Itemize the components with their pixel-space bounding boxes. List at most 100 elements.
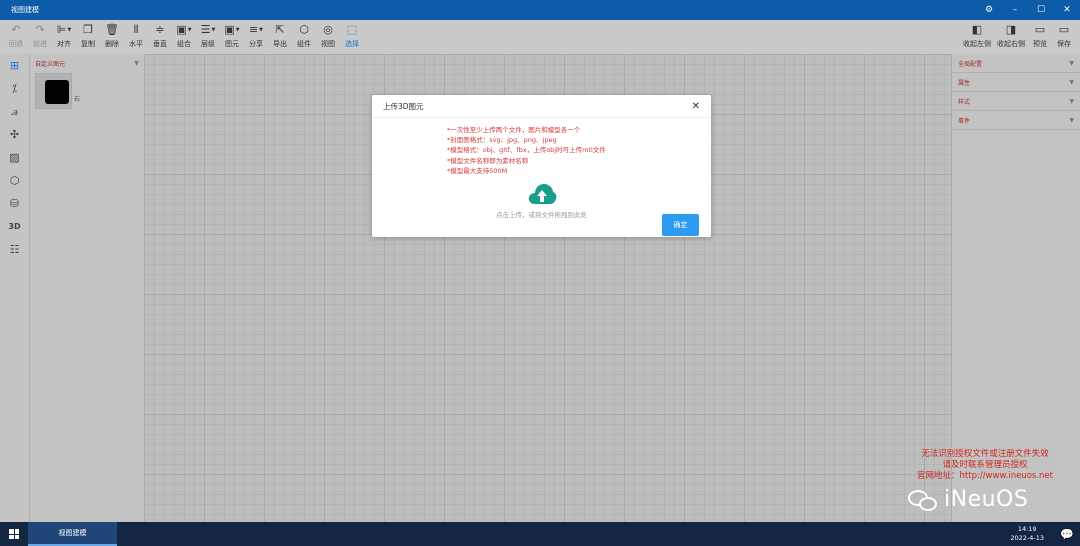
image-icon[interactable]: ▨ (0, 146, 29, 169)
warning-line: 官网地址：http://www.ineuos.net (917, 471, 1053, 481)
puzzle-icon[interactable]: ✣ (0, 123, 29, 146)
toolbar-button-label: 保存 (1057, 40, 1071, 48)
right-panel-section[interactable]: 样式 ▼ (952, 92, 1080, 111)
toolbar-left-group: ↶ 回退 ↷ 前进 ⊫ ▼ 对齐 ❐ 复制 🗑 删除 ⫴ 水平 ≑ 垂直 ▣ ▼ 组合 ☰ ▼ 层级 ▣ ▼ 图元 ≡ ▼ 分享 ⇱ 导… (0, 20, 364, 49)
toolbar-button-label: 删除 (105, 40, 119, 48)
toolbar-button-label: 收起左侧 (963, 40, 991, 48)
clock-date: 2022-4-13 (1010, 534, 1044, 542)
toolbar-button-select[interactable]: ⬚ 选择 (340, 20, 364, 49)
toolbar-button-horizontal[interactable]: ⫴ 水平 (124, 20, 148, 49)
toolbar-button-label: 视图 (321, 40, 335, 48)
left-panel-header[interactable]: 自定义图元 ▼ (30, 54, 144, 72)
maximize-button[interactable]: ☐ (1028, 0, 1054, 20)
chevron-down-icon: ▼ (1069, 78, 1074, 86)
toolbar-button-undo[interactable]: ↶ 回退 (4, 20, 28, 49)
magic-icon[interactable]: ⁒ (0, 77, 29, 100)
vertical-icon: ≑ (155, 23, 165, 36)
settings-icon[interactable]: ⚙ (976, 0, 1002, 20)
toolbar-button-collapse-left[interactable]: ◧ 收起左侧 (960, 20, 994, 49)
toolbar-button-layer[interactable]: ☰ ▼ 层级 (196, 20, 220, 49)
tip-line: *模型格式：obj、gltf、fbx，上传obj时可上传mtl文件 (447, 146, 606, 155)
redo-icon: ↷ (35, 23, 45, 36)
brand-name: iNeuOS (944, 487, 1029, 512)
3d-icon[interactable]: 3D (0, 215, 29, 238)
title-bar: 视图建模 ⚙ – ☐ ✕ (0, 0, 1080, 20)
chevron-down-icon: ▼ (1069, 97, 1074, 105)
caret-down-icon: ▼ (67, 27, 72, 33)
toolbar-button-label: 组件 (297, 40, 311, 48)
toolbar-button-group[interactable]: ▣ ▼ 组合 (172, 20, 196, 49)
minimize-button[interactable]: – (1002, 0, 1028, 20)
section-title: 全局配置 (958, 60, 983, 68)
warning-line: 无法识别授权文件或注册文件失效 (921, 449, 1049, 459)
toolbar-button-label: 分享 (249, 40, 263, 48)
tip-line: *模型文件名称即为素材名称 (447, 156, 529, 165)
toolbar-button-redo[interactable]: ↷ 前进 (28, 20, 52, 49)
layout-icon[interactable]: ⊞ (0, 54, 29, 77)
component-icon: ⬡ (299, 23, 309, 36)
chevron-down-icon: ▼ (1069, 116, 1074, 124)
toolbar-button-collapse-right[interactable]: ◨ 收起右侧 (994, 20, 1028, 49)
toolbar-button-save[interactable]: ▭ 保存 (1052, 20, 1076, 49)
select-icon: ⬚ (346, 23, 358, 36)
toolbar-button-export[interactable]: ⇱ 导出 (268, 20, 292, 49)
toolbar-button-label: 预览 (1033, 40, 1047, 48)
toolbar-button-share[interactable]: ≡ ▼ 分享 (244, 20, 268, 49)
database-icon[interactable]: ⛁ (0, 192, 29, 215)
toolbar-button-align[interactable]: ⊫ ▼ 对齐 (52, 20, 76, 49)
toolbar-button-label: 收起右侧 (997, 40, 1025, 48)
view-icon: ◎ (323, 23, 333, 36)
horizontal-icon: ⫴ (133, 23, 139, 36)
group-icon: ▣ ▼ (176, 23, 192, 36)
upload-tips: *一次性至少上传两个文件，图片和模型各一个 *封面图格式：svg、jpg、png、… (447, 125, 606, 176)
cube-icon[interactable]: ⬡ (0, 169, 29, 192)
caret-down-icon: ▼ (235, 27, 240, 33)
license-warning: 无法识别授权文件或注册文件失效 请及时联系管理员授权 官网地址：http://www… (900, 449, 1070, 482)
collapse-right-icon: ◨ (1005, 23, 1017, 36)
caret-down-icon: ▼ (259, 27, 264, 33)
toolbar-button-label: 层级 (201, 40, 215, 48)
toolbar-button-label: 前进 (33, 40, 47, 48)
toolbar-button-view[interactable]: ◎ 视图 (316, 20, 340, 49)
toolbar-button-vertical[interactable]: ≑ 垂直 (148, 20, 172, 49)
system-clock[interactable]: 14:19 2022-4-13 (1010, 525, 1054, 543)
custom-element-thumbnail[interactable]: 右 (35, 73, 80, 109)
preview-icon: ▭ (1034, 23, 1046, 36)
upload-3d-dialog: 上传3D图元 ✕ *一次性至少上传两个文件，图片和模型各一个 *封面图格式：svg… (372, 95, 711, 237)
notification-icon[interactable]: 💬 (1054, 522, 1080, 546)
close-window-button[interactable]: ✕ (1054, 0, 1080, 20)
toolbar-button-label: 垂直 (153, 40, 167, 48)
dialog-header: 上传3D图元 ✕ (372, 95, 711, 118)
right-panel-section[interactable]: 属性 ▼ (952, 73, 1080, 92)
brand-logo: iNeuOS (908, 487, 1028, 512)
start-button[interactable] (0, 522, 28, 546)
element-preview (45, 80, 69, 104)
right-panel-section[interactable]: 事件 ▼ (952, 111, 1080, 130)
toolbar-button-label: 选择 (345, 40, 359, 48)
text-shapes-icon[interactable]: ꭿ (0, 100, 29, 123)
toolbar-button-label: 导出 (273, 40, 287, 48)
chevron-down-icon[interactable]: ▼ (134, 60, 139, 67)
close-icon[interactable]: ✕ (692, 101, 700, 112)
toolbar-button-element[interactable]: ▣ ▼ 图元 (220, 20, 244, 49)
toolbar-button-copy[interactable]: ❐ 复制 (76, 20, 100, 49)
toolbar-button-component[interactable]: ⬡ 组件 (292, 20, 316, 49)
toolbar-button-label: 组合 (177, 40, 191, 48)
toolbar-button-preview[interactable]: ▭ 预览 (1028, 20, 1052, 49)
list-icon[interactable]: ☷ (0, 238, 29, 261)
taskbar-app[interactable]: 视图建模 (28, 522, 117, 546)
cloud-upload-icon[interactable] (527, 182, 557, 206)
right-panel-section[interactable]: 全局配置 ▼ (952, 54, 1080, 73)
left-icon-bar: ⊞ ⁒ ꭿ ✣ ▨ ⬡ ⛁ 3D ☷ (0, 54, 29, 522)
toolbar-button-trash[interactable]: 🗑 删除 (100, 20, 124, 49)
copy-icon: ❐ (83, 23, 93, 36)
upload-hint[interactable]: 点击上传，或将文件拖拽到此处 (372, 209, 711, 219)
align-icon: ⊫ ▼ (56, 23, 72, 36)
collapse-left-icon: ◧ (971, 23, 983, 36)
save-icon: ▭ (1058, 23, 1070, 36)
left-panel: 自定义图元 ▼ 右 (29, 54, 144, 522)
left-panel-title: 自定义图元 (35, 60, 66, 68)
warning-line: 请及时联系管理员授权 (942, 460, 1028, 470)
confirm-button[interactable]: 确定 (662, 214, 699, 236)
element-tag: 右 (73, 96, 80, 103)
